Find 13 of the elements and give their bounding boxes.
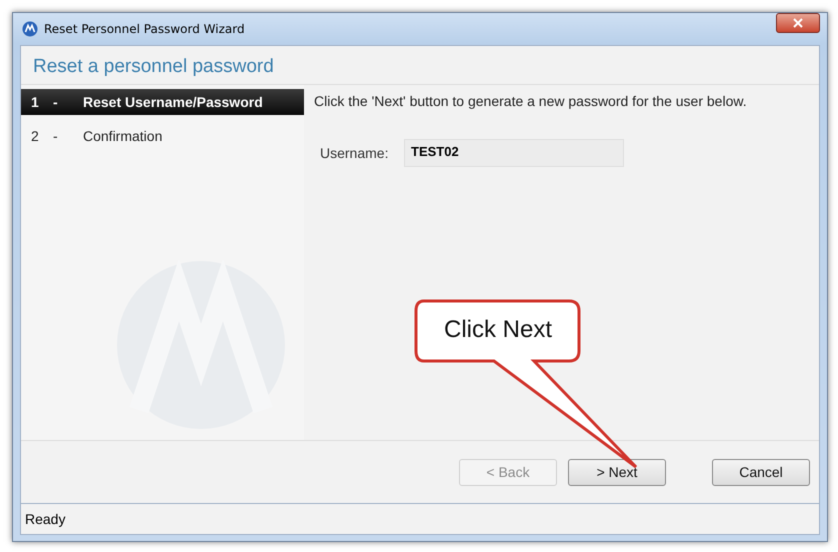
wizard-step[interactable]: 1 - Reset Username/Password [21,89,304,115]
username-label: Username: [320,145,390,161]
cancel-button[interactable]: Cancel [712,458,810,486]
callout-text: Click Next [444,316,552,344]
username-field: TEST02 [404,139,624,167]
window-title: Reset Personnel Password Wizard [44,22,245,36]
close-icon [793,18,803,28]
wizard-step[interactable]: 2 - Confirmation [21,123,304,149]
next-button[interactable]: > Next [568,458,666,486]
status-text: Ready [20,504,820,535]
instruction-text: Click the 'Next' button to generate a new password for the user below. [314,93,748,109]
close-button[interactable] [776,13,820,33]
logo-icon [22,21,38,37]
